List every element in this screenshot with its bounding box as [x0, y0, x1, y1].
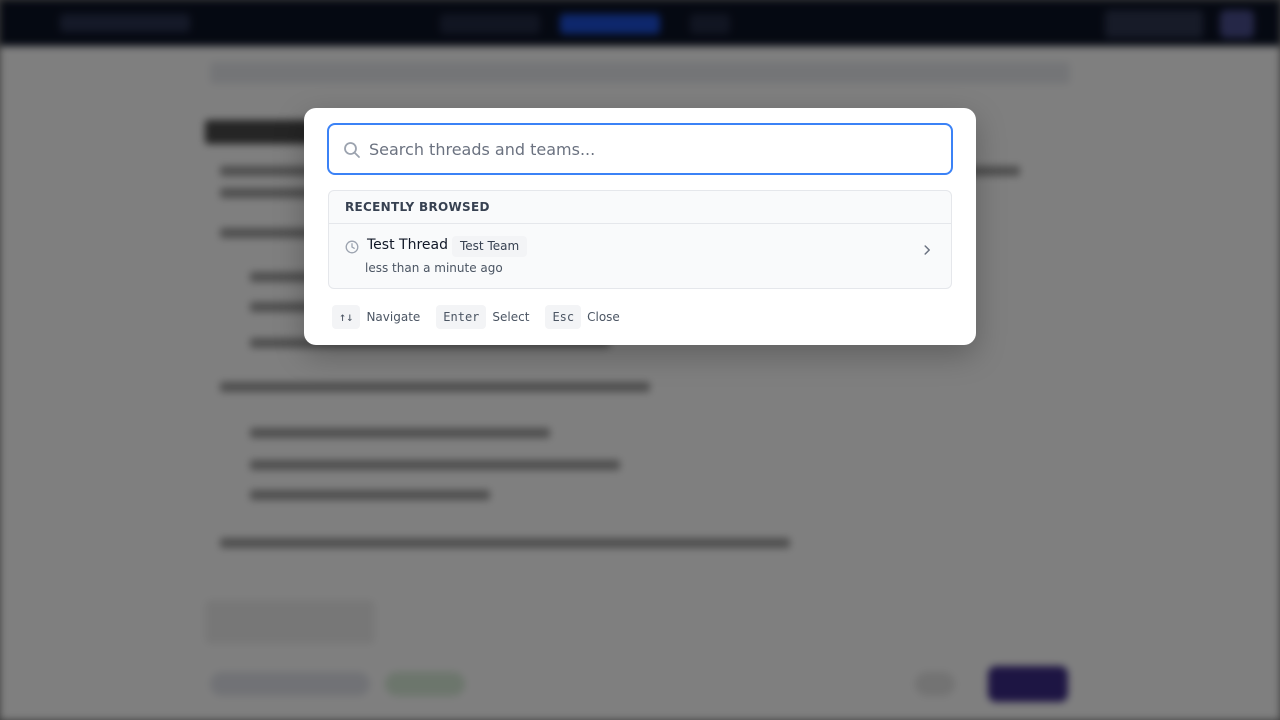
kbd-enter: Enter: [436, 305, 487, 329]
hint-navigate: ↑↓ Navigate: [332, 305, 420, 329]
kbd-arrows: ↑↓: [332, 305, 361, 329]
recent-results: RECENTLY BROWSED Test Thread Test Team l…: [328, 190, 952, 289]
thread-title: Test Thread: [367, 237, 448, 253]
kbd-esc: Esc: [545, 305, 582, 329]
clock-icon: [345, 239, 359, 254]
recently-browsed-heading: RECENTLY BROWSED: [329, 191, 951, 224]
chevron-right-icon: [921, 241, 933, 255]
search-input[interactable]: [369, 125, 939, 173]
hint-close: Esc Close: [545, 305, 620, 329]
search-modal: RECENTLY BROWSED Test Thread Test Team l…: [304, 108, 976, 345]
team-badge: Test Team: [452, 236, 528, 257]
search-icon: [343, 141, 361, 159]
hint-select: Enter Select: [436, 305, 529, 329]
browsed-time: less than a minute ago: [365, 261, 503, 275]
keyboard-hints: ↑↓ Navigate Enter Select Esc Close: [332, 305, 620, 329]
search-box[interactable]: [327, 123, 953, 175]
recent-item[interactable]: Test Thread Test Team less than a minute…: [329, 224, 951, 288]
hint-label: Close: [587, 310, 620, 324]
hint-label: Select: [492, 310, 530, 324]
hint-label: Navigate: [366, 310, 421, 324]
